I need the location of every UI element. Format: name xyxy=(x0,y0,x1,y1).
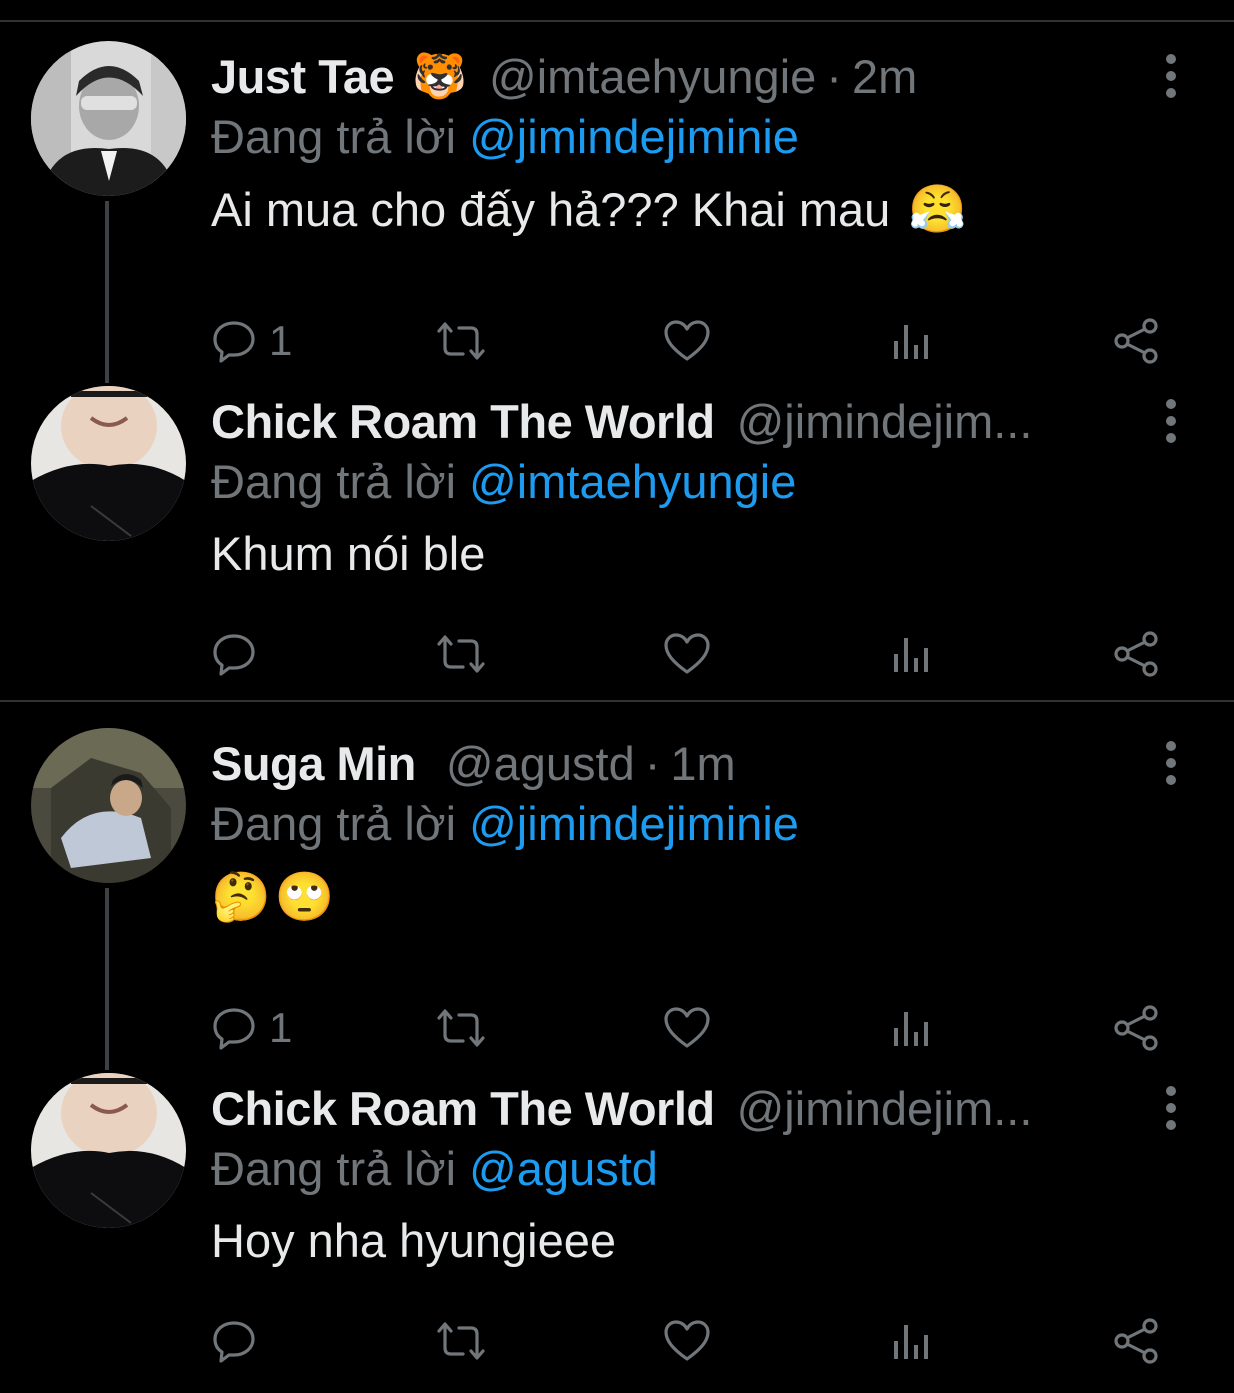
retweet-button[interactable] xyxy=(435,998,487,1058)
retweet-icon xyxy=(437,1322,485,1360)
replying-to-label: Đang trả lời xyxy=(211,797,457,850)
face-with-steam-icon: 😤 xyxy=(908,182,967,235)
reply-mention[interactable]: @imtaehyungie xyxy=(469,455,796,508)
tweet-header: Chick Roam The World @jimindejim... xyxy=(211,386,1032,456)
retweet-icon xyxy=(437,1009,485,1047)
tweet-text: Khum nói ble xyxy=(211,526,485,581)
thread-divider xyxy=(0,700,1234,702)
thread-line xyxy=(105,888,109,1070)
tweet-text-content: Ai mua cho đấy hả??? Khai mau xyxy=(211,182,891,236)
like-button[interactable] xyxy=(663,998,711,1058)
tweet-text: Hoy nha hyungieee xyxy=(211,1213,616,1268)
separator-dot: · xyxy=(644,736,661,790)
share-icon xyxy=(1114,1005,1158,1051)
replying-to: Đang trả lời @agustd xyxy=(211,1141,658,1196)
share-button[interactable] xyxy=(1111,1311,1161,1371)
face-with-rolling-eyes-icon: 🙄 xyxy=(274,871,335,924)
analytics-button[interactable] xyxy=(891,311,931,371)
analytics-button[interactable] xyxy=(891,624,931,684)
reply-mention[interactable]: @jimindejiminie xyxy=(469,110,799,163)
analytics-icon xyxy=(894,1012,928,1046)
timestamp[interactable]: 1m xyxy=(670,736,735,791)
analytics-icon xyxy=(894,325,928,359)
heart-icon xyxy=(664,633,710,674)
share-icon xyxy=(1114,1318,1158,1364)
tweet-header: Chick Roam The World @jimindejim... xyxy=(211,1073,1032,1143)
tweet-text: Ai mua cho đấy hả??? Khai mau 😤 xyxy=(211,181,967,237)
display-name[interactable]: Chick Roam The World xyxy=(211,1081,715,1136)
heart-icon xyxy=(664,1320,710,1361)
retweet-icon xyxy=(437,635,485,673)
replying-to-label: Đang trả lời xyxy=(211,110,457,163)
tweet-text-content: Khum nói ble xyxy=(211,527,486,580)
replying-to: Đang trả lời @imtaehyungie xyxy=(211,454,796,509)
top-divider xyxy=(0,20,1234,22)
reply-mention[interactable]: @agustd xyxy=(469,1142,658,1195)
share-button[interactable] xyxy=(1111,311,1161,371)
replying-to-label: Đang trả lời xyxy=(211,455,457,508)
share-icon xyxy=(1114,318,1158,364)
separator-dot: · xyxy=(826,49,842,103)
reply-icon xyxy=(213,321,255,363)
action-bar xyxy=(211,624,1171,684)
reply-icon xyxy=(213,634,255,676)
analytics-button[interactable] xyxy=(891,1311,931,1371)
avatar[interactable] xyxy=(31,1073,186,1228)
retweet-button[interactable] xyxy=(435,624,487,684)
thinking-face-icon: 🤔 xyxy=(211,871,271,924)
reply-button[interactable] xyxy=(211,1311,269,1371)
avatar[interactable] xyxy=(31,386,186,541)
tiger-face-icon: 🐯 xyxy=(412,52,467,101)
display-name[interactable]: Suga Min xyxy=(211,736,416,791)
more-options-icon[interactable] xyxy=(1158,738,1184,788)
replying-to: Đang trả lời @jimindejiminie xyxy=(211,796,799,851)
reply-mention[interactable]: @jimindejiminie xyxy=(469,797,799,850)
like-button[interactable] xyxy=(663,1311,711,1371)
action-bar: 1 xyxy=(211,998,1171,1058)
action-bar: 1 xyxy=(211,311,1171,371)
retweet-button[interactable] xyxy=(435,311,487,371)
share-button[interactable] xyxy=(1111,624,1161,684)
action-bar xyxy=(211,1311,1171,1371)
tweet-text-content: Hoy nha hyungieee xyxy=(211,1214,617,1267)
username[interactable]: @agustd xyxy=(446,736,635,791)
tweet-header: Suga Min @agustd · 1m xyxy=(211,728,736,798)
analytics-icon xyxy=(894,638,928,672)
reply-icon xyxy=(213,1321,255,1363)
retweet-button[interactable] xyxy=(435,1311,487,1371)
analytics-button[interactable] xyxy=(891,998,931,1058)
reply-count: 1 xyxy=(269,317,293,364)
like-button[interactable] xyxy=(663,624,711,684)
display-name[interactable]: Just Tae xyxy=(211,49,395,104)
display-name[interactable]: Chick Roam The World xyxy=(211,394,715,449)
more-options-icon[interactable] xyxy=(1158,396,1184,446)
username[interactable]: @jimindejim... xyxy=(737,1081,1033,1136)
reply-button[interactable]: 1 xyxy=(211,998,292,1058)
replying-to: Đang trả lời @jimindejiminie xyxy=(211,109,799,164)
avatar[interactable] xyxy=(31,728,186,883)
share-button[interactable] xyxy=(1111,998,1161,1058)
reply-button[interactable] xyxy=(211,624,269,684)
tweet-text: 🤔 🙄 xyxy=(211,868,335,925)
reply-count: 1 xyxy=(269,1004,293,1051)
reply-button[interactable]: 1 xyxy=(211,311,292,371)
avatar[interactable] xyxy=(31,41,186,196)
heart-icon xyxy=(664,1007,710,1048)
like-button[interactable] xyxy=(663,311,711,371)
analytics-icon xyxy=(894,1325,928,1359)
username[interactable]: @imtaehyungie xyxy=(489,49,816,104)
tweet-header: Just Tae 🐯 @imtaehyungie · 2m xyxy=(211,41,917,111)
reply-icon xyxy=(213,1008,255,1050)
more-options-icon[interactable] xyxy=(1158,1083,1184,1133)
timestamp[interactable]: 2m xyxy=(852,49,917,104)
thread-line xyxy=(105,201,109,383)
username[interactable]: @jimindejim... xyxy=(737,394,1033,449)
retweet-icon xyxy=(437,322,485,360)
more-options-icon[interactable] xyxy=(1158,51,1184,101)
replying-to-label: Đang trả lời xyxy=(211,1142,457,1195)
share-icon xyxy=(1114,631,1158,677)
heart-icon xyxy=(664,320,710,361)
